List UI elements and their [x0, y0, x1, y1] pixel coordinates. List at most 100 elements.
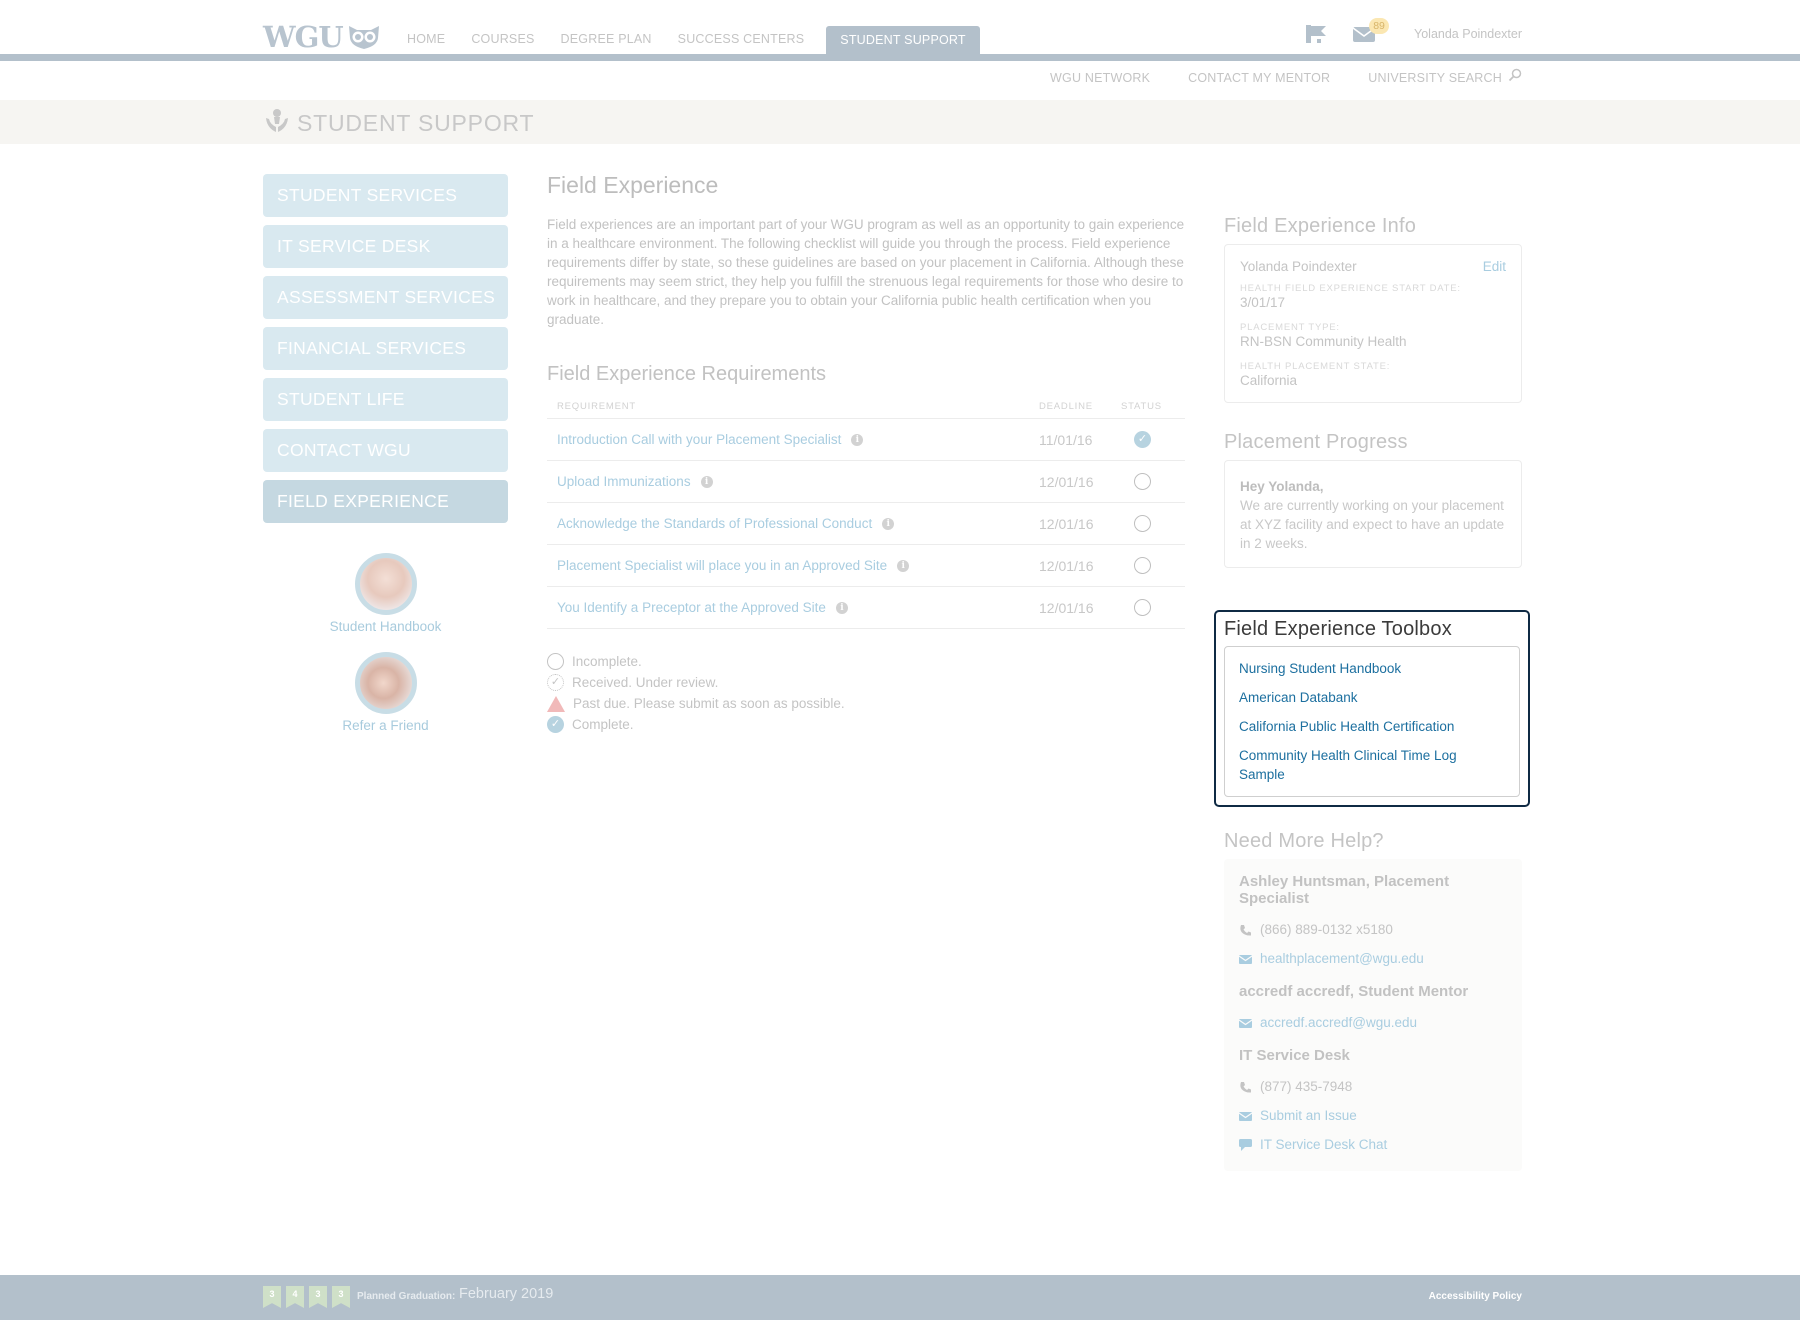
placement-progress-card: Hey Yolanda, We are currently working on…	[1224, 460, 1522, 568]
wgu-logo[interactable]: WGU	[263, 20, 381, 54]
nav-student-support[interactable]: STUDENT SUPPORT	[826, 26, 980, 55]
requirement-link[interactable]: Acknowledge the Standards of Professiona…	[557, 516, 872, 531]
sidebar-item-assessment-services[interactable]: ASSESSMENT SERVICES	[263, 276, 508, 319]
check-circle-icon: ✓	[547, 716, 564, 733]
page-banner: STUDENT SUPPORT	[0, 100, 1800, 144]
contact-name: IT Service Desk	[1239, 1047, 1350, 1064]
requirement-cell: Acknowledge the Standards of Professiona…	[547, 516, 1039, 531]
requirement-cell: Upload Immunizations i	[547, 474, 1039, 489]
user-area: 89 Yolanda Poindexter	[1304, 18, 1522, 46]
toolbox-link-american-databank[interactable]: American Databank	[1239, 688, 1505, 707]
info-value: 3/01/17	[1240, 295, 1286, 310]
ribbon-badge: 3	[332, 1286, 350, 1308]
progress-title: Placement Progress	[1224, 431, 1408, 453]
ribbon-badges: 3 4 3 3	[263, 1286, 350, 1308]
phone-number: (877) 435-7948	[1260, 1079, 1353, 1094]
toolbox-link-nursing-handbook[interactable]: Nursing Student Handbook	[1239, 659, 1505, 678]
info-value: California	[1240, 373, 1298, 388]
email-address: healthplacement@wgu.edu	[1260, 951, 1424, 966]
hands-person-icon	[265, 108, 289, 139]
sidebar-item-field-experience[interactable]: FIELD EXPERIENCE	[263, 480, 508, 523]
student-handbook-image	[354, 553, 417, 615]
phone-icon	[1239, 924, 1252, 936]
sidebar-item-student-services[interactable]: STUDENT SERVICES	[263, 174, 508, 217]
deadline-cell: 12/01/16	[1039, 599, 1094, 616]
search-label: UNIVERSITY SEARCH	[1368, 70, 1502, 85]
info-icon[interactable]: i	[835, 601, 848, 614]
requirement-cell: Introduction Call with your Placement Sp…	[547, 432, 1039, 447]
table-header: REQUIREMENT DEADLINE STATUS	[547, 396, 1185, 419]
warning-triangle-icon	[547, 695, 565, 712]
sidebar-item-contact-wgu[interactable]: CONTACT WGU	[263, 429, 508, 472]
info-icon[interactable]: i	[700, 475, 713, 488]
empty-circle-icon	[547, 653, 564, 670]
nav-courses[interactable]: COURSES	[459, 26, 548, 55]
main-content: Field Experience Field experiences are a…	[547, 172, 1185, 735]
right-column: Field Experience Info Yolanda Poindexter…	[1224, 215, 1522, 568]
legend-item: Incomplete.	[547, 651, 1185, 672]
contact-student-mentor: accredf accredf, Student Mentor accredf.…	[1238, 983, 1507, 1037]
logo-text: WGU	[263, 20, 344, 54]
section-title: Field Experience	[547, 172, 719, 198]
service-desk-chat-link[interactable]: IT Service Desk Chat	[1239, 1130, 1507, 1159]
contact-email-link[interactable]: healthplacement@wgu.edu	[1238, 944, 1507, 973]
student-handbook-label: Student Handbook	[329, 619, 442, 634]
toolbox-link-ca-certification[interactable]: California Public Health Certification	[1239, 717, 1505, 736]
requirement-cell: You Identify a Preceptor at the Approved…	[547, 600, 1039, 615]
subnav-wgu-network[interactable]: WGU NETWORK	[1050, 71, 1150, 85]
requirement-link[interactable]: You Identify a Preceptor at the Approved…	[557, 600, 826, 615]
toolbox-panel: Field Experience Toolbox Nursing Student…	[1214, 610, 1530, 807]
top-header: WGU HOME COURSES DEGREE PLAN SUCCESS CEN…	[0, 0, 1800, 55]
nav-home[interactable]: HOME	[395, 26, 459, 55]
subnav-contact-mentor[interactable]: CONTACT MY MENTOR	[1188, 71, 1330, 85]
info-label: HEALTH PLACEMENT STATE:	[1240, 361, 1391, 372]
sidebar-item-it-service-desk[interactable]: IT SERVICE DESK	[263, 225, 508, 268]
user-name[interactable]: Yolanda Poindexter	[1414, 27, 1522, 41]
university-search[interactable]: UNIVERSITY SEARCH	[1368, 68, 1522, 87]
table-row: Introduction Call with your Placement Sp…	[547, 419, 1185, 461]
nav-success-centers[interactable]: SUCCESS CENTERS	[666, 26, 819, 55]
status-legend: Incomplete. ✓ Received. Under review. Pa…	[547, 651, 1185, 735]
phone-number: (866) 889-0132 x5180	[1260, 922, 1393, 937]
edit-link[interactable]: Edit	[1483, 259, 1506, 274]
envelope-icon	[1238, 1017, 1253, 1028]
submit-issue-link[interactable]: Submit an Issue	[1238, 1101, 1507, 1130]
status-cell	[1121, 557, 1185, 574]
info-icon[interactable]: i	[882, 517, 895, 530]
col-requirement: REQUIREMENT	[557, 401, 636, 412]
deadline-cell: 11/01/16	[1039, 431, 1093, 448]
requirement-link[interactable]: Placement Specialist will place you in a…	[557, 558, 887, 573]
empty-circle-icon	[1134, 515, 1151, 532]
table-row: You Identify a Preceptor at the Approved…	[547, 587, 1185, 629]
sidebar-item-student-life[interactable]: STUDENT LIFE	[263, 378, 508, 421]
empty-circle-icon	[1134, 473, 1151, 490]
dotted-check-circle-icon: ✓	[547, 674, 564, 691]
deadline-cell: 12/01/16	[1039, 557, 1094, 574]
info-student-name: Yolanda Poindexter	[1240, 259, 1357, 274]
refer-friend-card[interactable]: Refer a Friend	[263, 652, 508, 733]
accessibility-policy-link[interactable]: Accessibility Policy	[1429, 1291, 1522, 1302]
table-row: Placement Specialist will place you in a…	[547, 545, 1185, 587]
megaphone-icon[interactable]	[1304, 22, 1330, 46]
link-label: IT Service Desk Chat	[1260, 1137, 1388, 1152]
footer: 3 4 3 3 Planned Graduation: February 201…	[0, 1275, 1800, 1320]
notification-badge: 89	[1369, 18, 1390, 34]
student-handbook-card[interactable]: Student Handbook	[263, 553, 508, 634]
envelope-icon[interactable]: 89	[1352, 18, 1390, 44]
requirement-link[interactable]: Upload Immunizations	[557, 474, 691, 489]
info-icon[interactable]: i	[851, 433, 864, 446]
nav-degree-plan[interactable]: DEGREE PLAN	[549, 26, 666, 55]
page-title: STUDENT SUPPORT	[297, 110, 535, 136]
info-icon[interactable]: i	[897, 559, 910, 572]
sidebar-item-financial-services[interactable]: FINANCIAL SERVICES	[263, 327, 508, 370]
phone-icon	[1239, 1081, 1252, 1093]
help-card: Ashley Huntsman, Placement Specialist (8…	[1224, 859, 1522, 1171]
info-label: HEALTH FIELD EXPERIENCE START DATE:	[1240, 283, 1461, 294]
deadline-cell: 12/01/16	[1039, 473, 1094, 490]
requirement-link[interactable]: Introduction Call with your Placement Sp…	[557, 432, 841, 447]
chat-bubble-icon	[1239, 1139, 1252, 1151]
toolbox-link-time-log-sample[interactable]: Community Health Clinical Time Log Sampl…	[1239, 746, 1505, 784]
legend-label: Incomplete.	[572, 654, 642, 669]
contact-it-service-desk: IT Service Desk (877) 435-7948 Submit an…	[1238, 1047, 1507, 1159]
contact-email-link[interactable]: accredf.accredf@wgu.edu	[1238, 1008, 1507, 1037]
